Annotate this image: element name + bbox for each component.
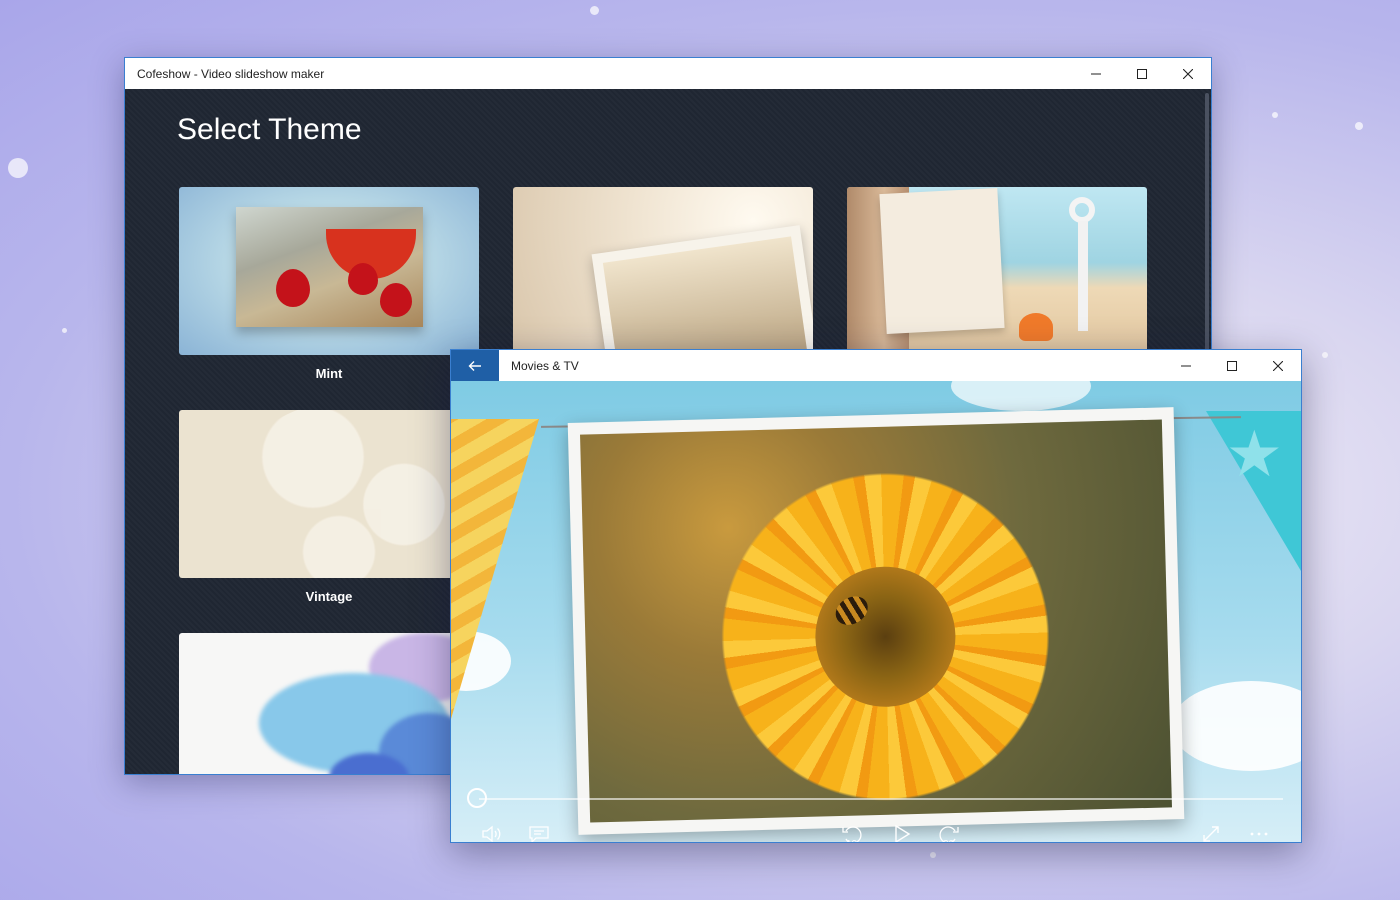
theme-thumbnail[interactable]: [513, 187, 813, 355]
thumbnail-paper: [879, 188, 1005, 334]
theme-label: Vintage: [305, 589, 353, 604]
background-dot: [8, 158, 28, 178]
theme-card-vintage[interactable]: Vintage: [179, 410, 479, 604]
berry-shape: [380, 283, 412, 317]
damask-pattern: [235, 410, 479, 578]
theme-card[interactable]: [847, 187, 1147, 366]
cloud-shape: [951, 361, 1091, 411]
cofeshow-titlebar[interactable]: Cofeshow - Video slideshow maker: [125, 58, 1211, 89]
subtitles-button[interactable]: [521, 819, 557, 842]
theme-thumbnail[interactable]: [179, 633, 479, 774]
skip-forward-label: 30: [943, 839, 954, 842]
fullscreen-icon: [1203, 826, 1219, 842]
volume-icon: [482, 825, 501, 842]
window-title: Movies & TV: [511, 358, 579, 373]
back-arrow-icon: [468, 360, 481, 371]
thumbnail-frame: [591, 225, 813, 355]
thumbnail-photo: [236, 207, 423, 327]
background-dot: [1322, 352, 1328, 358]
theme-thumbnail[interactable]: [847, 187, 1147, 355]
theme-card[interactable]: [179, 633, 479, 774]
close-icon: [1273, 360, 1283, 371]
skip-forward-button[interactable]: 30: [931, 819, 967, 842]
theme-thumbnail[interactable]: [179, 410, 479, 578]
page-title: Select Theme: [177, 113, 362, 146]
seek-thumb[interactable]: [467, 788, 487, 808]
back-button[interactable]: [451, 350, 499, 381]
close-button[interactable]: [1255, 350, 1301, 381]
minimize-icon: [1181, 365, 1191, 366]
skip-back-button[interactable]: 10: [834, 819, 870, 842]
more-icon: [1250, 832, 1268, 836]
background-dot: [930, 852, 936, 858]
close-icon: [1183, 68, 1193, 79]
maximize-button[interactable]: [1119, 58, 1165, 89]
minimize-icon: [1091, 73, 1101, 74]
maximize-icon: [1227, 360, 1237, 371]
background-dot: [62, 328, 67, 333]
background-dot: [1272, 112, 1278, 118]
berry-shape: [276, 269, 310, 307]
minimize-button[interactable]: [1163, 350, 1209, 381]
window-controls: [1163, 350, 1301, 381]
theme-card[interactable]: [513, 187, 813, 366]
theme-thumbnail[interactable]: [179, 187, 479, 355]
cloud-shape: [1171, 681, 1301, 771]
more-button[interactable]: [1241, 819, 1277, 842]
window-title: Cofeshow - Video slideshow maker: [137, 66, 325, 81]
skip-back-label: 10: [846, 839, 857, 842]
movies-tv-window: Movies & TV ★: [450, 349, 1302, 843]
anchor-shaft: [1078, 221, 1088, 331]
anchor-icon: [1069, 197, 1095, 223]
theme-label: Mint: [315, 366, 343, 381]
play-icon: [895, 824, 911, 842]
play-button[interactable]: [883, 819, 919, 842]
background-dot: [1355, 122, 1363, 130]
subtitles-icon: [529, 826, 549, 842]
minimize-button[interactable]: [1073, 58, 1119, 89]
background-dot: [590, 6, 599, 15]
maximize-icon: [1137, 68, 1147, 79]
berry-shape: [348, 263, 378, 295]
slideshow-photo-frame: [567, 407, 1185, 835]
shell-shape: [1019, 313, 1053, 341]
theme-card-mint[interactable]: Mint: [179, 187, 479, 381]
video-surface[interactable]: ★ 10 30: [451, 361, 1301, 842]
close-button[interactable]: [1165, 58, 1211, 89]
star-icon: ★: [1225, 418, 1283, 490]
volume-button[interactable]: [473, 819, 509, 842]
maximize-button[interactable]: [1209, 350, 1255, 381]
sunflower-photo: [580, 419, 1172, 823]
window-controls: [1073, 58, 1211, 89]
seek-bar[interactable]: [479, 798, 1283, 800]
fullscreen-button[interactable]: [1193, 819, 1229, 842]
movies-titlebar[interactable]: Movies & TV: [451, 350, 1301, 381]
